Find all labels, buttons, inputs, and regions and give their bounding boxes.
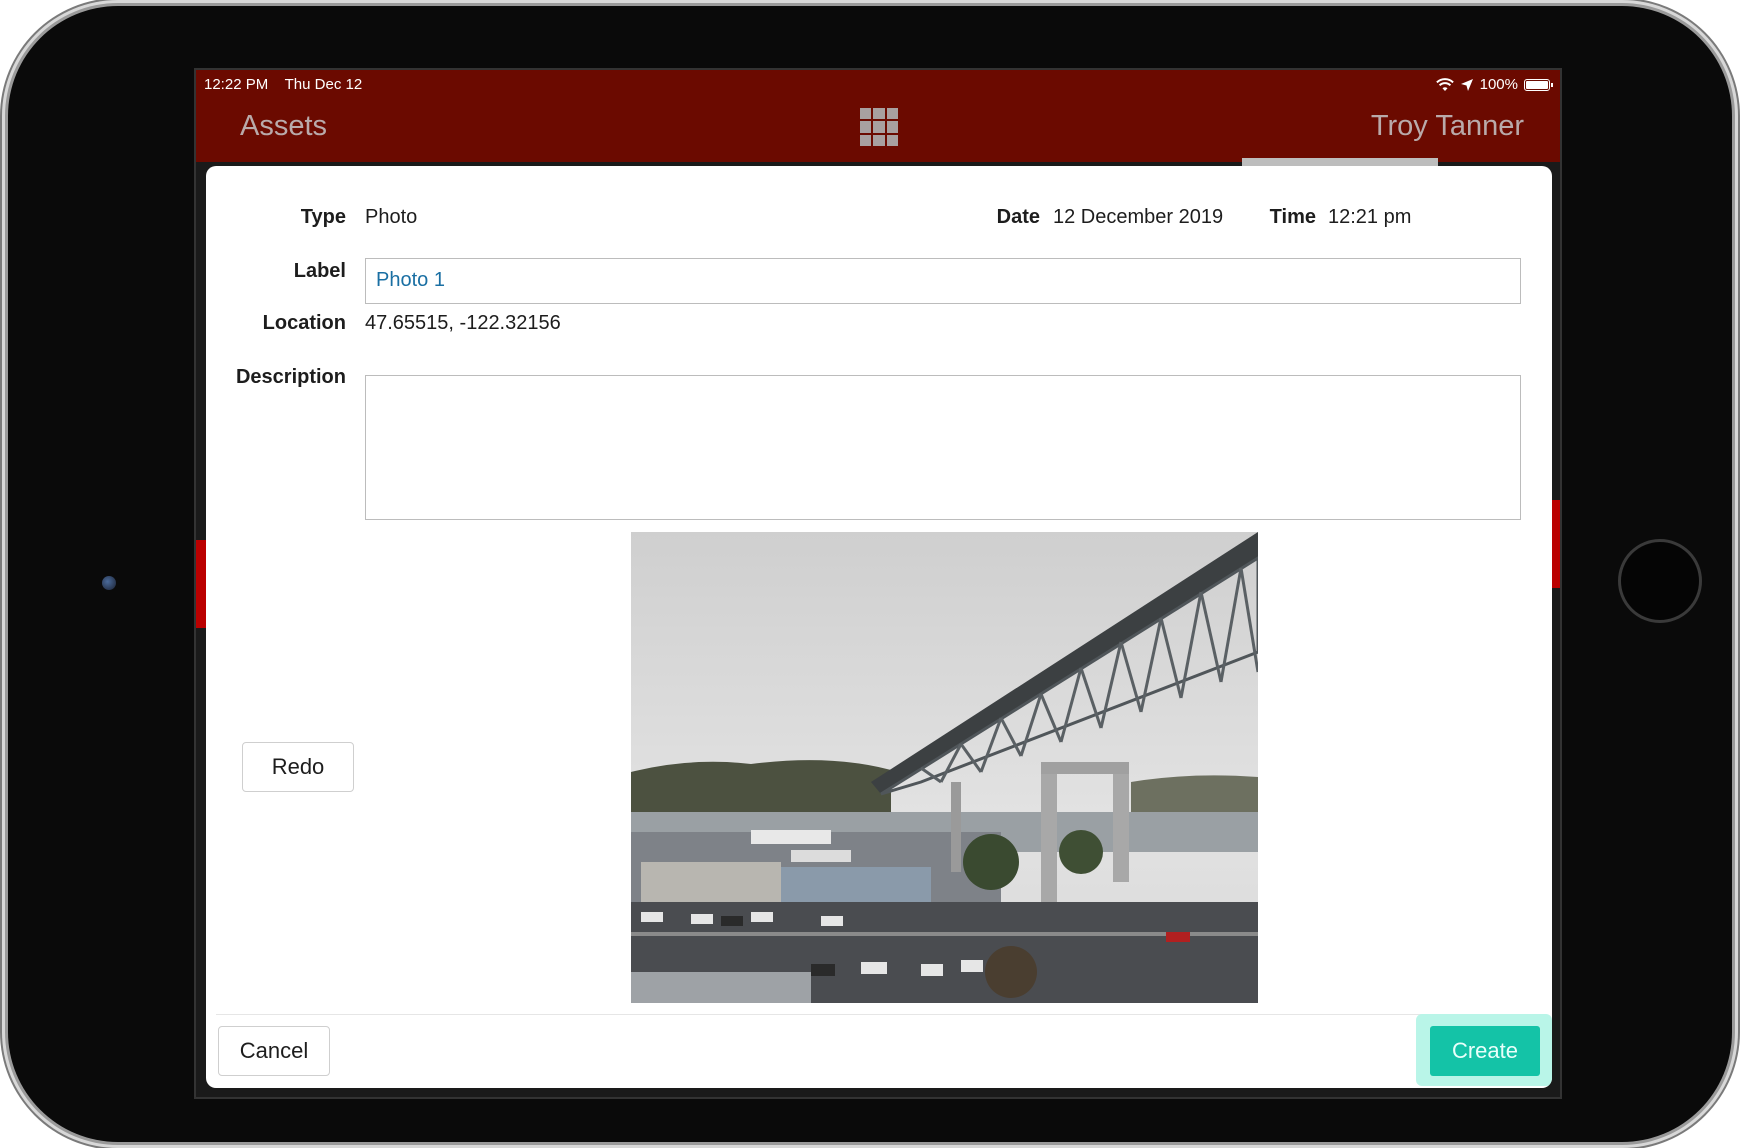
- cancel-button[interactable]: Cancel: [218, 1026, 330, 1076]
- type-value: Photo: [365, 206, 418, 228]
- type-label: Type: [300, 206, 346, 228]
- description-input[interactable]: [365, 375, 1521, 520]
- status-time: 12:22 PM: [204, 76, 269, 93]
- screen: 12:22 PM Thu Dec 12 100% Assets Troy Tan…: [194, 68, 1562, 1099]
- create-button-highlight: Create: [1416, 1014, 1552, 1086]
- photo-preview: [631, 532, 1258, 1003]
- status-date: Thu Dec 12: [284, 76, 363, 93]
- nav-assets[interactable]: Assets: [240, 110, 327, 143]
- date-value: 12 December 2019: [1053, 206, 1224, 228]
- description-label: Description: [235, 366, 346, 388]
- status-indicators: 100%: [1435, 76, 1553, 93]
- nav-user[interactable]: Troy Tanner: [1371, 110, 1524, 143]
- bridge-photo: [631, 532, 1258, 1003]
- location-label: Location: [262, 312, 346, 334]
- battery-icon: [1524, 78, 1553, 91]
- redo-button[interactable]: Redo: [242, 742, 354, 792]
- home-button[interactable]: [1618, 539, 1702, 623]
- create-button[interactable]: Create: [1430, 1026, 1540, 1076]
- wifi-icon: [1435, 77, 1454, 91]
- battery-percent: 100%: [1479, 76, 1518, 93]
- create-asset-modal: Type Photo Date 12 December 2019 Time 12…: [206, 166, 1552, 1088]
- label-input[interactable]: Photo 1: [365, 258, 1521, 304]
- grid-icon[interactable]: [860, 108, 898, 146]
- background-accent-left: [196, 540, 206, 628]
- date-label: Date: [996, 206, 1040, 228]
- location-arrow-icon: [1460, 78, 1473, 91]
- status-bar: 12:22 PM Thu Dec 12 100%: [196, 70, 1560, 102]
- top-bar: 12:22 PM Thu Dec 12 100% Assets Troy Tan…: [196, 70, 1560, 162]
- location-value: 47.65515, -122.32156: [365, 312, 561, 334]
- ipad-frame: 12:22 PM Thu Dec 12 100% Assets Troy Tan…: [8, 6, 1732, 1142]
- tab-indicator: [1242, 158, 1438, 166]
- time-value: 12:21 pm: [1328, 206, 1412, 228]
- time-label: Time: [1269, 206, 1316, 228]
- footer-divider: [216, 1014, 1542, 1015]
- status-time-date: 12:22 PM Thu Dec 12: [204, 76, 362, 93]
- label-label: Label: [293, 260, 346, 282]
- camera-icon: [102, 576, 116, 590]
